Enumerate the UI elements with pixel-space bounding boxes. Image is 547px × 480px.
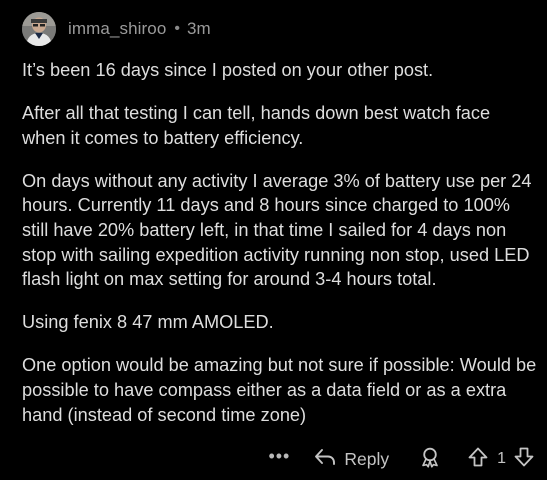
comment-paragraph: Using fenix 8 47 mm AMOLED. — [22, 312, 274, 333]
timestamp: 3m — [187, 19, 211, 38]
avatar-image — [22, 12, 56, 46]
comment-header: imma_shiroo • 3m — [22, 10, 211, 48]
vote-controls: 1 — [467, 446, 535, 473]
downvote-arrow-icon[interactable] — [513, 446, 535, 473]
upvote-arrow-icon[interactable] — [467, 446, 489, 473]
meta-separator: • — [174, 20, 181, 37]
vote-count: 1 — [497, 450, 506, 467]
comment-paragraph: It’s been 16 days since I posted on your… — [22, 60, 434, 80]
more-options-button[interactable]: ••• — [268, 447, 290, 465]
reply-button[interactable]: Reply — [314, 447, 389, 472]
author-name[interactable]: imma_shiroo — [68, 19, 166, 39]
comment-paragraph: One option would be amazing but not sure… — [22, 355, 537, 425]
reply-arrow-icon — [314, 447, 344, 472]
avatar[interactable] — [22, 12, 56, 46]
comment-actions: ••• Reply 1 — [268, 444, 535, 474]
comment-paragraph: On days without any activity I average 3… — [22, 170, 532, 290]
comment-paragraph: After all that testing I can tell, hands… — [22, 103, 491, 148]
award-button[interactable] — [419, 446, 441, 473]
award-icon — [419, 446, 441, 473]
reply-label: Reply — [344, 448, 390, 469]
comment-body: It’s been 16 days since I posted on your… — [22, 58, 537, 446]
comment: imma_shiroo • 3m It’s been 16 days since… — [0, 0, 547, 480]
